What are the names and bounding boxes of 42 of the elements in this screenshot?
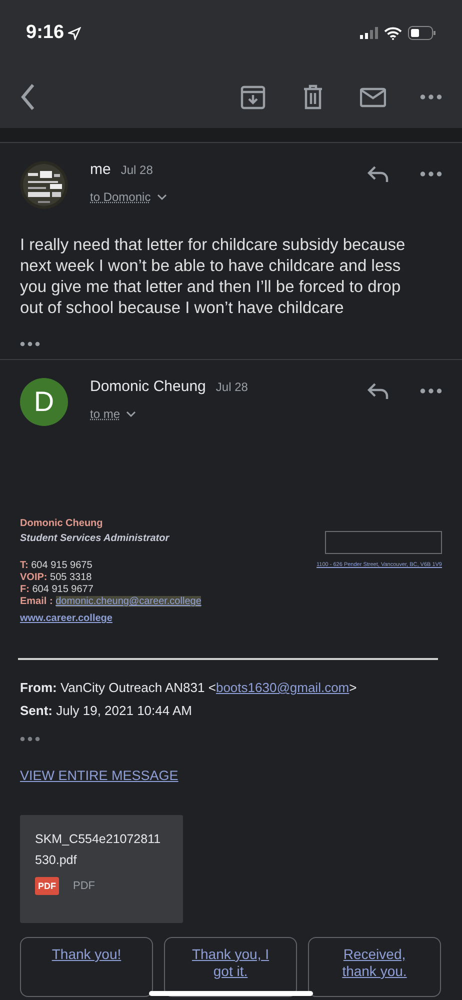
contact-line: F: 604 915 9677 <box>20 584 94 595</box>
sent-line: Sent: July 19, 2021 10:44 AM <box>20 703 193 718</box>
recipient-link[interactable]: to Domonic <box>90 190 151 204</box>
reply-icon[interactable] <box>366 382 390 400</box>
view-message-link[interactable]: VIEW ENTIRE MESSAGE <box>20 768 178 783</box>
signature-title: Student Services Administrator <box>20 533 170 544</box>
chevron-down-icon[interactable] <box>126 410 136 418</box>
message-date: Jul 28 <box>120 163 153 177</box>
expand-dots-icon[interactable] <box>20 341 40 347</box>
message-body: I really need that letter for childcare subsidy because next week I won’t be able to have childcare and less you give me that letter and then I’ll be forced to drop out of school because I won’t have childcare <box>20 235 406 319</box>
attachment-type: PDF <box>73 880 95 892</box>
sender-name: Domonic Cheung <box>90 378 206 395</box>
recipient-link[interactable]: to me <box>90 407 120 421</box>
battery-icon <box>408 26 436 40</box>
message-date: Jul 28 <box>216 380 248 394</box>
wifi-icon <box>384 26 402 40</box>
more-icon[interactable] <box>420 171 442 177</box>
from-line: From: VanCity Outreach AN831 <boots1630@gmail.com> <box>20 680 358 695</box>
back-icon[interactable] <box>20 83 36 111</box>
status-time: 9:16 <box>26 22 64 44</box>
attachment-card[interactable]: SKM_C554e21072811 530.pdf PDF PDF <box>20 815 183 923</box>
more-icon[interactable] <box>420 94 442 100</box>
chevron-down-icon[interactable] <box>156 194 167 200</box>
contact-line: T: 604 915 9675 <box>20 560 94 571</box>
email-line: Email : domonic.cheung@career.college <box>20 596 202 607</box>
sender-name: me <box>90 161 111 178</box>
attachment-name: SKM_C554e21072811 530.pdf <box>35 831 162 869</box>
smart-reply-button[interactable]: Received, thank you. <box>308 937 441 997</box>
avatar: D <box>20 378 68 426</box>
reply-icon[interactable] <box>366 165 390 183</box>
location-icon <box>68 26 82 40</box>
signal-icon <box>360 27 378 39</box>
contact-line: VOIP: 505 3318 <box>20 572 93 583</box>
website-link[interactable]: www.career.college <box>20 613 202 624</box>
email-link[interactable]: boots1630@gmail.com <box>216 680 350 695</box>
signature-name: Domonic Cheung <box>20 518 104 529</box>
email-link[interactable]: domonic.cheung@career.college <box>56 596 202 607</box>
smart-reply-button[interactable]: Thank you! <box>20 937 153 997</box>
expand-dots-icon[interactable] <box>20 736 40 742</box>
more-icon[interactable] <box>420 388 442 394</box>
archive-icon[interactable] <box>240 84 266 110</box>
pdf-icon: PDF <box>35 877 59 895</box>
